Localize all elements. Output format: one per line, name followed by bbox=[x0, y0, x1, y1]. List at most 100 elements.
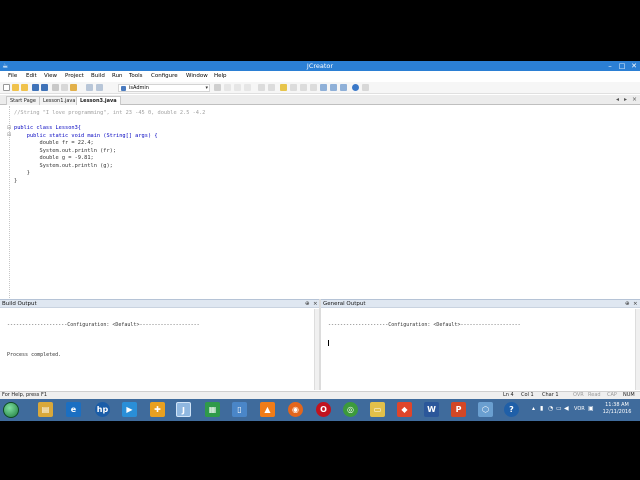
chevron-down-icon[interactable]: ▾ bbox=[205, 85, 208, 92]
hp-icon[interactable]: hp bbox=[95, 402, 110, 417]
cut-icon[interactable] bbox=[52, 84, 59, 91]
menu-run[interactable]: Run bbox=[112, 71, 123, 82]
word-icon[interactable]: W bbox=[424, 402, 439, 417]
folder-app-icon[interactable]: ▭ bbox=[370, 402, 385, 417]
indent-icon[interactable] bbox=[300, 84, 307, 91]
status-column: Col 1 bbox=[521, 392, 534, 398]
close-button[interactable]: ✕ bbox=[628, 61, 640, 71]
tab-start-page[interactable]: Start Page bbox=[6, 96, 40, 105]
menu-edit[interactable]: Edit bbox=[26, 71, 37, 82]
output-window-icon[interactable] bbox=[330, 84, 337, 91]
menu-bar: File Edit View Project Build Run Tools C… bbox=[0, 71, 640, 82]
tab-lesson1[interactable]: Lesson1.java bbox=[39, 96, 80, 105]
maximize-button[interactable]: □ bbox=[616, 61, 628, 71]
chrome-icon[interactable]: ◎ bbox=[343, 402, 358, 417]
minimize-button[interactable]: – bbox=[604, 61, 616, 71]
general-output-body[interactable]: --------------------Configuration: <Defa… bbox=[321, 309, 640, 390]
general-output-title: General Output bbox=[323, 301, 366, 307]
build-output-body[interactable]: --------------------Configuration: <Defa… bbox=[0, 309, 319, 390]
document-app-icon[interactable]: ▯ bbox=[232, 402, 247, 417]
tab-label: Lesson3.java bbox=[80, 98, 117, 104]
run-icon[interactable] bbox=[224, 84, 231, 91]
pin-icon[interactable]: ⊕ bbox=[305, 300, 310, 308]
save-icon[interactable] bbox=[32, 84, 39, 91]
next-bookmark-icon[interactable] bbox=[268, 84, 275, 91]
network-icon[interactable]: ▮ bbox=[540, 405, 543, 412]
debug-icon[interactable] bbox=[234, 84, 241, 91]
copy-icon[interactable] bbox=[61, 84, 68, 91]
window-title: JCreator bbox=[306, 62, 334, 70]
menu-window[interactable]: Window bbox=[186, 71, 208, 82]
clock-date: 12/11/2016 bbox=[602, 409, 632, 415]
code-line-7: double g = -9.81; bbox=[14, 155, 94, 163]
tab-scroll-left-icon[interactable]: ◂ bbox=[616, 95, 619, 105]
start-button-icon[interactable] bbox=[3, 402, 19, 418]
taskbar-clock[interactable]: 11:38 AM 12/11/2016 bbox=[600, 402, 634, 416]
show-hidden-icons-icon[interactable]: ▴ bbox=[532, 405, 535, 412]
find-icon[interactable] bbox=[280, 84, 287, 91]
paste-icon[interactable] bbox=[70, 84, 77, 91]
output-line: Process completed. bbox=[7, 352, 62, 358]
internet-explorer-icon[interactable]: e bbox=[66, 402, 81, 417]
file-view-icon[interactable] bbox=[340, 84, 347, 91]
fold-marker-icon[interactable]: ⊟ bbox=[7, 126, 12, 131]
puzzle-app-icon[interactable]: ✚ bbox=[150, 402, 165, 417]
code-text: public class Lesson3{ bbox=[14, 125, 81, 131]
code-line-8: System.out.println (g); bbox=[14, 163, 113, 171]
menu-tools[interactable]: Tools bbox=[129, 71, 143, 82]
redo-icon[interactable] bbox=[96, 84, 103, 91]
configuration-combo[interactable]: isAdmin ▾ bbox=[118, 84, 210, 92]
open-workspace-icon[interactable] bbox=[21, 84, 28, 91]
tab-label: Start Page bbox=[10, 98, 36, 104]
save-all-icon[interactable] bbox=[41, 84, 48, 91]
close-icon[interactable]: × bbox=[313, 300, 318, 308]
pdf-app-icon[interactable]: ◆ bbox=[397, 402, 412, 417]
menu-build[interactable]: Build bbox=[91, 71, 105, 82]
replace-icon[interactable] bbox=[290, 84, 297, 91]
compile-icon[interactable] bbox=[214, 84, 221, 91]
stop-icon[interactable] bbox=[244, 84, 251, 91]
battery-icon[interactable]: ▭ bbox=[556, 405, 562, 412]
close-icon[interactable]: × bbox=[633, 300, 638, 308]
undo-icon[interactable] bbox=[86, 84, 93, 91]
volume-icon[interactable]: ◀ bbox=[564, 405, 569, 412]
menu-file[interactable]: File bbox=[8, 71, 17, 82]
signal-icon[interactable]: ◔ bbox=[548, 405, 553, 412]
tab-lesson3[interactable]: Lesson3.java bbox=[76, 96, 121, 105]
powerpoint-icon[interactable]: P bbox=[451, 402, 466, 417]
menu-project[interactable]: Project bbox=[65, 71, 84, 82]
general-output-scrollbar[interactable] bbox=[635, 309, 640, 390]
general-output-panel: General Output ⊕ × --------------------C… bbox=[321, 299, 640, 390]
firefox-icon[interactable]: ◉ bbox=[288, 402, 303, 417]
code-text: } bbox=[14, 177, 18, 184]
tab-scroll-right-icon[interactable]: ▸ bbox=[624, 95, 627, 105]
file-explorer-icon[interactable]: ▤ bbox=[38, 402, 53, 417]
toolbar-options-icon[interactable] bbox=[362, 84, 369, 91]
window-layout-icon[interactable] bbox=[320, 84, 327, 91]
menu-configure[interactable]: Configure bbox=[151, 71, 178, 82]
close-tab-icon[interactable]: × bbox=[632, 95, 637, 105]
status-cap: CAP bbox=[607, 392, 617, 398]
pin-icon[interactable]: ⊕ bbox=[625, 300, 630, 308]
menu-help[interactable]: Help bbox=[214, 71, 227, 82]
help-app-icon[interactable]: ? bbox=[504, 402, 519, 417]
menu-view[interactable]: View bbox=[44, 71, 57, 82]
help-icon[interactable] bbox=[352, 84, 359, 91]
language-indicator[interactable]: VOR bbox=[574, 406, 585, 412]
opera-icon[interactable]: O bbox=[316, 402, 331, 417]
jcreator-taskbar-icon[interactable]: J bbox=[176, 402, 191, 417]
open-folder-icon[interactable] bbox=[12, 84, 19, 91]
network-app-icon[interactable]: ⬡ bbox=[478, 402, 493, 417]
spreadsheet-app-icon[interactable]: ▦ bbox=[205, 402, 220, 417]
toggle-bookmark-icon[interactable] bbox=[258, 84, 265, 91]
vlc-icon[interactable]: ▲ bbox=[260, 402, 275, 417]
status-read: Read bbox=[588, 392, 601, 398]
media-app-icon[interactable]: ▶ bbox=[122, 402, 137, 417]
code-line-1: //String "I love programming", int 23 -4… bbox=[14, 110, 205, 118]
action-center-icon[interactable]: ▣ bbox=[588, 405, 594, 412]
fold-marker-icon[interactable]: ⊟ bbox=[7, 133, 12, 138]
status-num: NUM bbox=[623, 392, 635, 398]
outdent-icon[interactable] bbox=[310, 84, 317, 91]
general-output-header: General Output ⊕ × bbox=[321, 299, 640, 308]
new-file-icon[interactable] bbox=[3, 84, 10, 91]
